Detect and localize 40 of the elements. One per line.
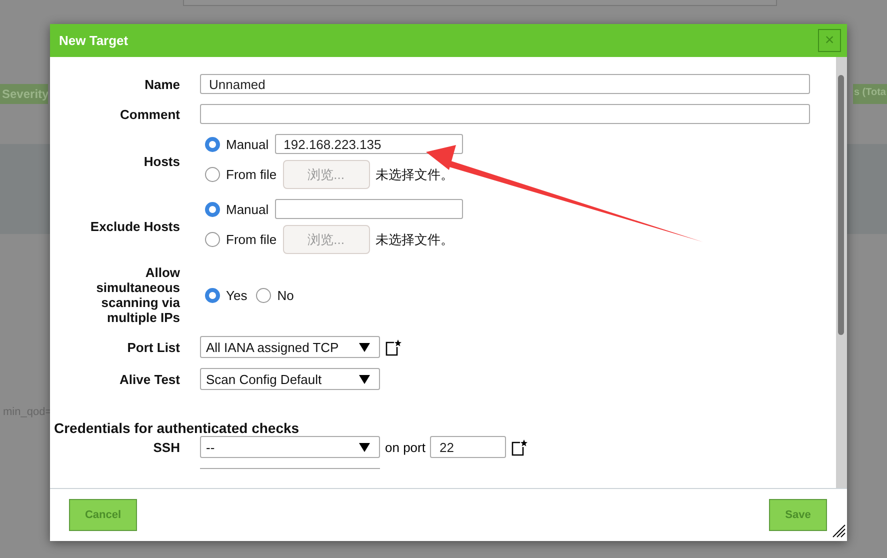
- field-label: Hosts: [142, 154, 180, 169]
- radio-button[interactable]: [205, 232, 220, 247]
- caret-icon: [359, 374, 370, 384]
- dialog-title: New Target: [59, 33, 128, 48]
- alive-test-select[interactable]: Scan Config Default: [200, 368, 380, 390]
- radio-button[interactable]: [256, 288, 272, 302]
- radio-label[interactable]: Manual: [226, 136, 269, 152]
- scrollbar[interactable]: [836, 57, 847, 488]
- field-label: Alive Test: [118, 372, 180, 386]
- name-field[interactable]: Unnamed: [200, 74, 810, 94]
- hosts-field[interactable]: 192.168.223.135: [274, 134, 463, 154]
- field-label: Comment: [119, 106, 180, 122]
- port-list-select[interactable]: All IANA assigned TCP: [200, 336, 380, 358]
- radio-button[interactable]: [205, 202, 220, 216]
- field-label: Name: [144, 76, 180, 92]
- port-label: on port: [385, 440, 426, 454]
- new-item-icon[interactable]: [385, 338, 402, 356]
- radio-button[interactable]: [205, 167, 220, 182]
- port-field[interactable]: 22: [430, 436, 506, 458]
- comment-field[interactable]: [200, 104, 810, 124]
- field-label: Exclude Hosts: [89, 219, 180, 234]
- radio-label[interactable]: From file: [226, 167, 277, 182]
- radio-label[interactable]: Manual: [226, 202, 269, 216]
- caret-icon: [359, 342, 370, 352]
- file-status: 未选择文件。: [376, 166, 454, 184]
- resize-grip-icon[interactable]: [832, 524, 846, 538]
- field-label: SSH: [152, 440, 180, 454]
- radio-button[interactable]: [205, 288, 220, 302]
- hosts-field[interactable]: [274, 199, 463, 219]
- radio-label[interactable]: No: [277, 288, 294, 302]
- ssh-credential-select[interactable]: --: [200, 436, 380, 458]
- file-status: 未选择文件。: [376, 230, 454, 248]
- caret-icon: [359, 442, 370, 452]
- radio-label[interactable]: From file: [226, 232, 277, 247]
- new-item-icon[interactable]: [511, 438, 528, 456]
- radio-button[interactable]: [205, 136, 220, 152]
- field-label: Port List: [126, 340, 180, 354]
- section-heading: Credentials for authenticated checks: [54, 420, 300, 436]
- field-label: Allow simultaneous scanning via multiple IPs: [95, 265, 180, 325]
- radio-label[interactable]: Yes: [226, 288, 248, 302]
